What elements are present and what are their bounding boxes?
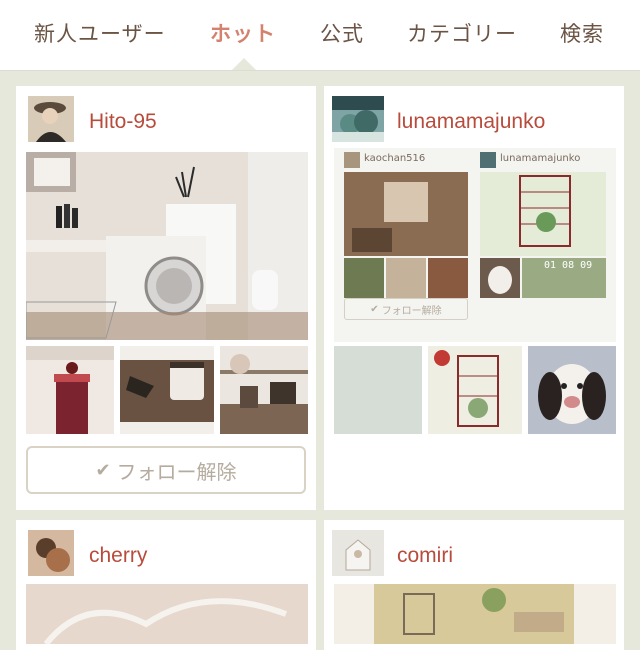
post-photo-laundry[interactable] bbox=[26, 152, 308, 340]
user-card: Hito-95 ✔ フォロー解除 bbox=[16, 86, 316, 510]
avatar[interactable] bbox=[28, 96, 74, 142]
post-photo-wall[interactable] bbox=[334, 346, 422, 434]
unfollow-label: フォロー解除 bbox=[116, 459, 237, 484]
user-card: lunamamajunko kaochan516 lunamamajunko ✔… bbox=[324, 86, 624, 510]
tab-new-users[interactable]: 新人ユーザー bbox=[34, 18, 166, 48]
tab-search[interactable]: 検索 bbox=[560, 18, 604, 48]
username[interactable]: comiri bbox=[397, 544, 453, 568]
username[interactable]: Hito-95 bbox=[89, 110, 157, 134]
tab-hot[interactable]: ホット bbox=[210, 18, 276, 48]
tab-official[interactable]: 公式 bbox=[320, 18, 364, 48]
embedded-collage[interactable]: kaochan516 lunamamajunko ✔ フォロー解除 01 08 … bbox=[334, 148, 616, 342]
embedded-unfollow-button: ✔ フォロー解除 bbox=[344, 298, 468, 320]
date-stamp: 01 08 09 bbox=[544, 260, 593, 271]
active-tab-indicator bbox=[232, 58, 256, 70]
user-card: comiri bbox=[324, 520, 624, 650]
avatar bbox=[480, 152, 496, 168]
post-photo-flowers[interactable] bbox=[26, 584, 308, 644]
user-card: cherry bbox=[16, 520, 316, 650]
top-nav: 新人ユーザー ホット 公式 カテゴリー 検索 bbox=[0, 0, 640, 71]
post-photo-jar[interactable] bbox=[120, 346, 214, 434]
username[interactable]: cherry bbox=[89, 544, 147, 568]
tab-category[interactable]: カテゴリー bbox=[407, 18, 517, 48]
avatar[interactable] bbox=[332, 530, 384, 576]
avatar[interactable] bbox=[332, 96, 384, 142]
embedded-username: lunamamajunko bbox=[500, 153, 581, 164]
embedded-username: kaochan516 bbox=[364, 153, 426, 164]
avatar bbox=[344, 152, 360, 168]
avatar[interactable] bbox=[28, 530, 74, 576]
post-photo-dog[interactable] bbox=[528, 346, 616, 434]
post-photo-cake[interactable] bbox=[26, 346, 114, 434]
post-photo-rack[interactable] bbox=[428, 346, 522, 434]
post-photo-shelf-decor[interactable] bbox=[334, 584, 616, 644]
unfollow-button[interactable]: ✔ フォロー解除 bbox=[26, 446, 306, 494]
check-icon: ✔ bbox=[370, 303, 379, 315]
post-photo-shelf[interactable] bbox=[220, 346, 308, 434]
username[interactable]: lunamamajunko bbox=[397, 110, 545, 134]
embedded-unfollow-label: フォロー解除 bbox=[381, 305, 442, 317]
check-icon: ✔ bbox=[95, 459, 111, 481]
